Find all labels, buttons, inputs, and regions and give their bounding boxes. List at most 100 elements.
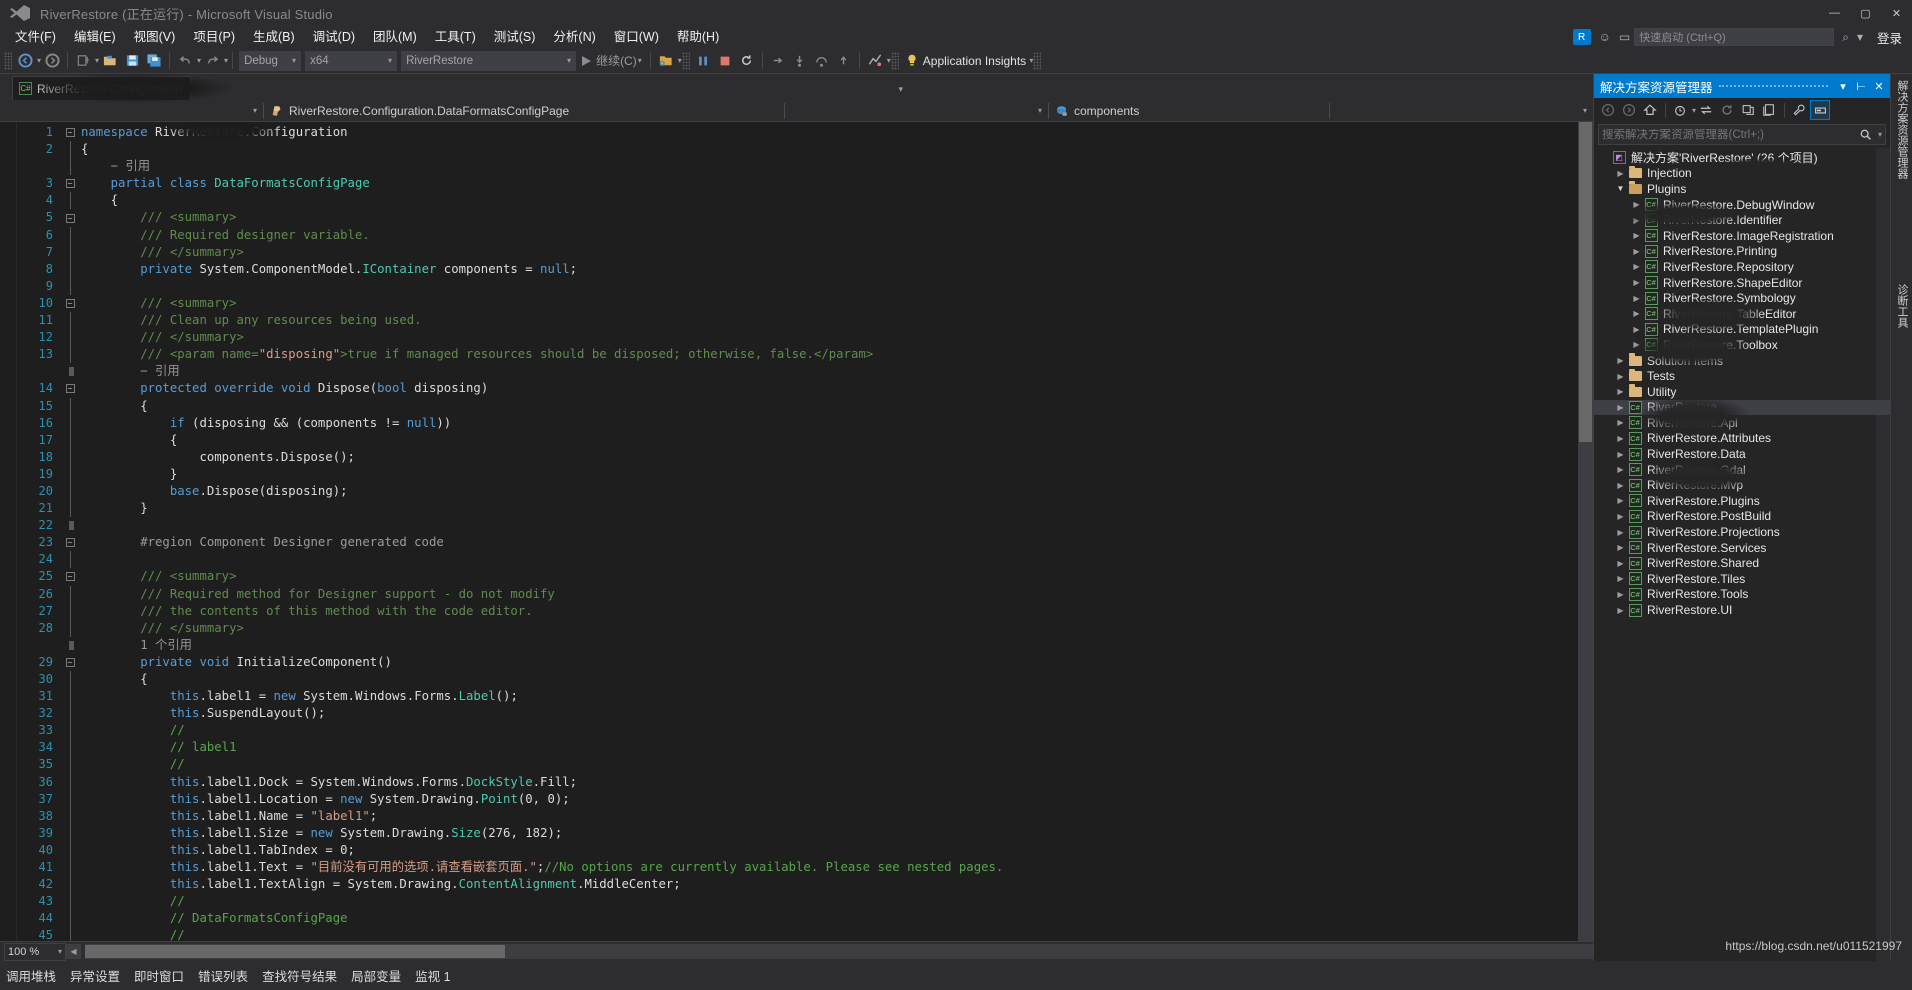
save-all-button[interactable] bbox=[143, 50, 165, 72]
stop-debugging-button[interactable] bbox=[714, 50, 736, 72]
code-line[interactable]: #region Component Designer generated cod… bbox=[81, 534, 1593, 551]
chevron-down-icon[interactable]: ▾ bbox=[1878, 130, 1882, 139]
code-line[interactable]: /// </summary> bbox=[81, 244, 1593, 261]
status-watch-1[interactable]: 监视 1 bbox=[415, 966, 450, 985]
expand-chevron-icon[interactable]: ▶ bbox=[1630, 294, 1643, 303]
outlining-glyph[interactable]: − bbox=[59, 124, 81, 141]
code-line[interactable]: /// <summary> bbox=[81, 209, 1593, 226]
outlining-glyph[interactable] bbox=[59, 448, 81, 466]
tree-item[interactable]: ▶ C# RiverRestore.Symbology bbox=[1594, 290, 1890, 306]
outlining-glyph[interactable] bbox=[59, 927, 81, 941]
continue-button[interactable]: 继续(C) ▾ bbox=[578, 50, 646, 72]
collapse-all-icon[interactable] bbox=[1738, 100, 1758, 120]
breadcrumb-type-cell[interactable]: RiverRestore.Configuration.DataFormatsCo… bbox=[264, 101, 784, 121]
code-line[interactable]: partial class DataFormatsConfigPage bbox=[81, 175, 1593, 192]
outlining-glyph[interactable] bbox=[59, 619, 81, 637]
expand-chevron-icon[interactable]: ▶ bbox=[1614, 559, 1627, 568]
code-line[interactable]: − 引用 bbox=[81, 158, 1593, 175]
outlining-glyph[interactable] bbox=[59, 585, 81, 603]
code-line[interactable]: /// <summary> bbox=[81, 568, 1593, 585]
restart-button[interactable] bbox=[736, 50, 758, 72]
breadcrumb-member-cell[interactable]: components bbox=[1049, 101, 1329, 121]
expand-chevron-icon[interactable]: ▶ bbox=[1614, 434, 1627, 443]
outlining-glyph[interactable] bbox=[59, 277, 81, 295]
outlining-glyph[interactable] bbox=[59, 414, 81, 432]
close-icon[interactable]: ✕ bbox=[1870, 76, 1888, 96]
solution-explorer-tree[interactable]: ◩ 解决方案'RiverRestore' (26 个项目) ▶ Injection ▼ P… bbox=[1594, 148, 1890, 961]
quick-launch-input[interactable]: 快速启动 (Ctrl+Q) bbox=[1634, 28, 1835, 46]
collapse-box-icon[interactable]: − bbox=[65, 128, 75, 138]
expand-chevron-icon[interactable]: ▶ bbox=[1614, 418, 1627, 427]
tree-item[interactable]: ▶ C# RiverRestore.Tools bbox=[1594, 587, 1890, 603]
code-line[interactable]: /// Required method for Designer support… bbox=[81, 586, 1593, 603]
document-tab[interactable]: C# RiverRestore.Configuration bbox=[12, 73, 235, 103]
maximize-button[interactable]: ▢ bbox=[1850, 0, 1881, 26]
expand-chevron-icon[interactable]: ▶ bbox=[1614, 481, 1627, 490]
expand-chevron-icon[interactable]: ▶ bbox=[1614, 496, 1627, 505]
expand-chevron-icon[interactable]: ▶ bbox=[1630, 262, 1643, 271]
code-line[interactable] bbox=[81, 278, 1593, 295]
code-line[interactable]: /// Required designer variable. bbox=[81, 227, 1593, 244]
pending-changes-icon[interactable] bbox=[1670, 100, 1690, 120]
code-line[interactable]: this.label1.TabIndex = 0; bbox=[81, 842, 1593, 859]
collapse-chevron-icon[interactable]: ▼ bbox=[1614, 184, 1627, 193]
sync-with-active-document-icon[interactable] bbox=[1696, 100, 1716, 120]
show-all-files-icon[interactable] bbox=[1759, 100, 1779, 120]
menu-analyze[interactable]: 分析(N) bbox=[544, 27, 604, 47]
outlining-glyph[interactable] bbox=[59, 517, 81, 534]
outlining-glyph[interactable] bbox=[59, 141, 81, 159]
outlining-glyph[interactable] bbox=[59, 637, 81, 654]
back-icon[interactable] bbox=[1598, 100, 1618, 120]
tree-item[interactable]: ◩ 解决方案'RiverRestore' (26 个项目) bbox=[1594, 150, 1890, 166]
redo-caret-icon[interactable]: ▾ bbox=[224, 56, 228, 65]
forward-icon[interactable] bbox=[1619, 100, 1639, 120]
code-line[interactable]: base.Dispose(disposing); bbox=[81, 483, 1593, 500]
chevron-down-icon[interactable]: ▾ bbox=[1857, 30, 1863, 44]
bell-icon[interactable]: ▭ bbox=[1619, 30, 1630, 44]
hscroll-left-arrow[interactable]: ◀ bbox=[66, 944, 81, 959]
editor-vertical-scrollbar[interactable] bbox=[1578, 122, 1593, 941]
outlining-glyph[interactable] bbox=[59, 688, 81, 706]
menu-debug[interactable]: 调试(D) bbox=[304, 27, 364, 47]
outlining-glyph[interactable] bbox=[59, 158, 81, 176]
code-line[interactable]: /// the contents of this method with the… bbox=[81, 603, 1593, 620]
step-out-button[interactable] bbox=[833, 50, 855, 72]
search-icon[interactable] bbox=[1856, 125, 1876, 145]
expand-chevron-icon[interactable]: ▶ bbox=[1614, 403, 1627, 412]
tree-item[interactable]: ▶ Solution Items bbox=[1594, 353, 1890, 369]
code-line[interactable]: /// <summary> bbox=[81, 295, 1593, 312]
menu-team[interactable]: 团队(M) bbox=[364, 27, 426, 47]
notifications-badge-icon[interactable]: R bbox=[1572, 29, 1591, 45]
outlining-glyph[interactable]: − bbox=[59, 380, 81, 397]
expand-chevron-icon[interactable]: ▶ bbox=[1630, 200, 1643, 209]
expand-chevron-icon[interactable]: ▶ bbox=[1630, 278, 1643, 287]
preview-selected-items-icon[interactable] bbox=[1810, 100, 1831, 120]
editor-vertical-scroll-thumb[interactable] bbox=[1579, 122, 1592, 442]
collapse-box-icon[interactable]: − bbox=[65, 213, 75, 223]
toolbar-grip-4[interactable] bbox=[1033, 51, 1042, 70]
tree-item[interactable]: ▶ C# RiverRestore.ShapeEditor bbox=[1594, 275, 1890, 291]
code-line[interactable]: { bbox=[81, 671, 1593, 688]
code-line[interactable]: // bbox=[81, 893, 1593, 910]
outlining-glyph[interactable] bbox=[59, 876, 81, 894]
tree-item[interactable]: ▶ Utility bbox=[1594, 384, 1890, 400]
breadcrumb-project-cell[interactable]: ▾ bbox=[0, 101, 263, 121]
expand-chevron-icon[interactable]: ▶ bbox=[1630, 247, 1643, 256]
outlining-glyph[interactable] bbox=[59, 243, 81, 261]
code-line[interactable]: } bbox=[81, 500, 1593, 517]
code-line[interactable]: { bbox=[81, 141, 1593, 158]
solution-explorer-search[interactable]: ▾ bbox=[1598, 124, 1886, 145]
expand-chevron-icon[interactable]: ▶ bbox=[1614, 528, 1627, 537]
code-line[interactable]: } bbox=[81, 466, 1593, 483]
home-icon[interactable] bbox=[1640, 100, 1660, 120]
step-over-button[interactable] bbox=[811, 50, 833, 72]
refresh-icon[interactable] bbox=[1717, 100, 1737, 120]
menu-edit[interactable]: 编辑(E) bbox=[65, 27, 125, 47]
outlining-glyph[interactable] bbox=[59, 363, 81, 380]
zoom-level-combo[interactable]: 100 % ▾ bbox=[4, 942, 66, 961]
tab-list-chevron-icon[interactable]: ▾ bbox=[898, 84, 903, 95]
code-line[interactable]: protected override void Dispose(bool dis… bbox=[81, 380, 1593, 397]
editor-horizontal-scroll-thumb[interactable] bbox=[85, 945, 505, 958]
menu-file[interactable]: 文件(F) bbox=[6, 27, 65, 47]
break-all-button[interactable] bbox=[692, 50, 714, 72]
